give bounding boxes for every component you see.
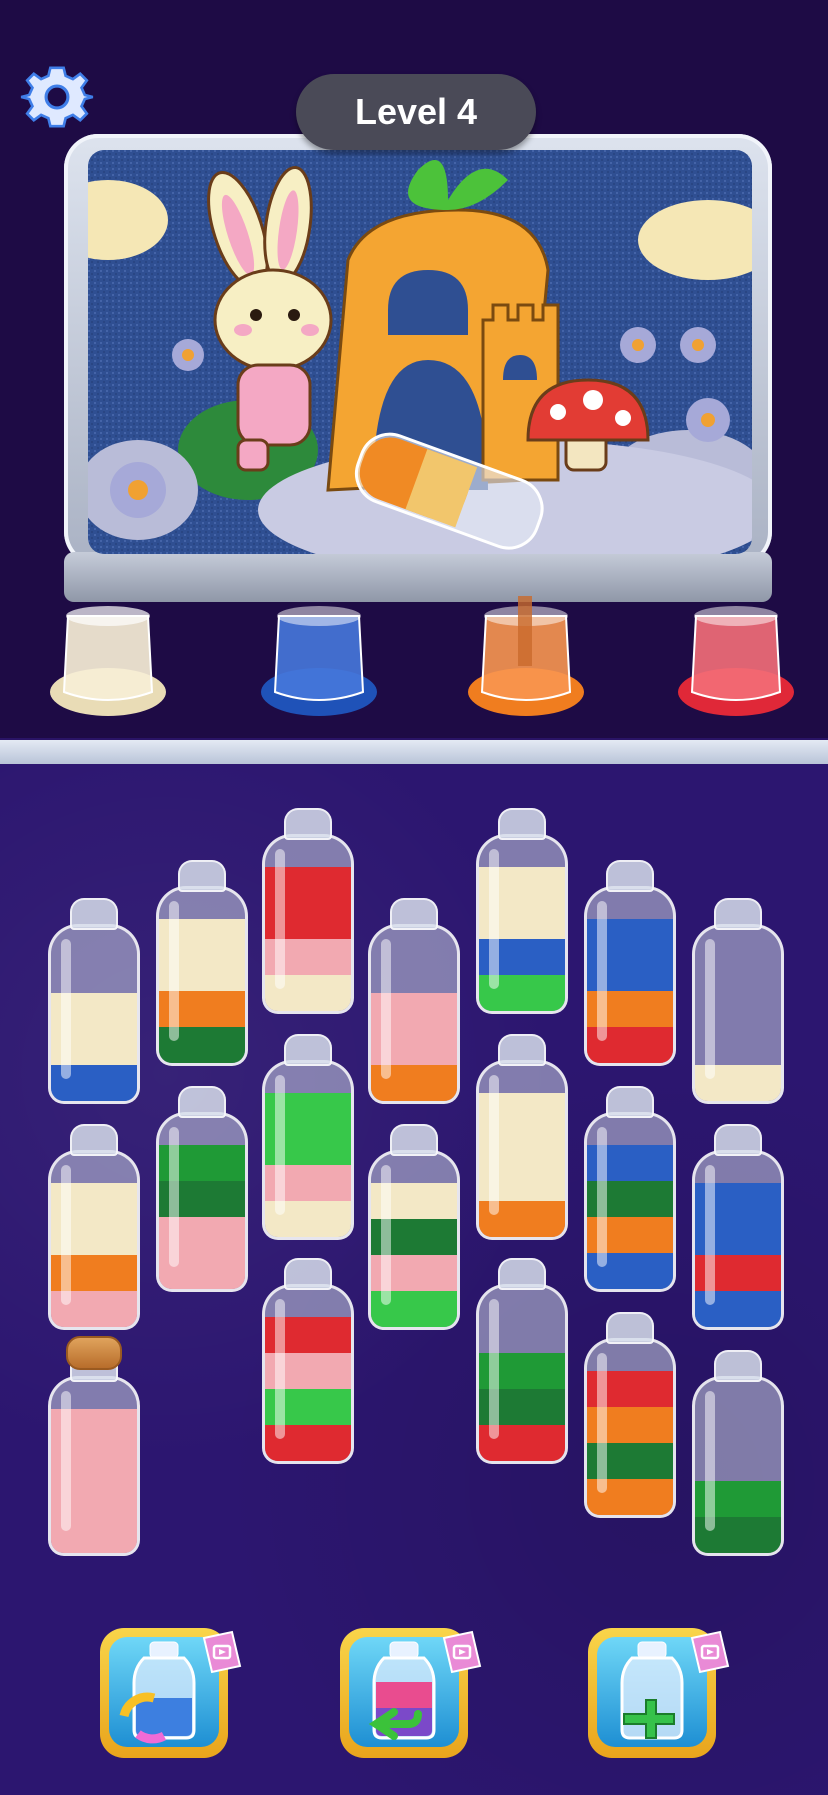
bottle-neck — [70, 1124, 118, 1156]
bottle-neck — [70, 898, 118, 930]
bottle-glass — [156, 886, 248, 1066]
bottle-neck — [606, 1312, 654, 1344]
bottle-neck — [714, 1124, 762, 1156]
bottle-6[interactable] — [584, 860, 676, 1066]
shuffle-button[interactable] — [100, 1628, 242, 1758]
bottle-neck — [178, 1086, 226, 1118]
level-label: Level 4 — [296, 74, 536, 150]
bottle-glass — [692, 1376, 784, 1556]
bottle-neck — [284, 808, 332, 840]
bottle-glass — [584, 886, 676, 1066]
bottle-4[interactable] — [368, 898, 460, 1104]
undo-button[interactable] — [340, 1628, 482, 1758]
bottle-3[interactable] — [262, 808, 354, 1014]
bottle-glass — [692, 924, 784, 1104]
bottle-7[interactable] — [692, 898, 784, 1104]
bottle-1[interactable] — [48, 898, 140, 1104]
bottle-neck — [714, 898, 762, 930]
bottle-glass — [368, 924, 460, 1104]
bottle-glass — [584, 1338, 676, 1518]
bottle-14[interactable] — [692, 1124, 784, 1330]
picture-area: Level 4 — [0, 0, 828, 738]
cork-icon — [66, 1336, 122, 1370]
bottle-glass — [48, 924, 140, 1104]
bottle-8[interactable] — [48, 1124, 140, 1330]
bottle-neck — [606, 860, 654, 892]
bottle-9[interactable] — [156, 1086, 248, 1292]
bottle-19[interactable] — [692, 1350, 784, 1556]
gear-icon[interactable] — [18, 58, 96, 136]
bottle-glass — [48, 1150, 140, 1330]
bottle-neck — [390, 1124, 438, 1156]
bottle-glass — [692, 1150, 784, 1330]
bottle-neck — [390, 898, 438, 930]
picture-frame-base — [64, 552, 772, 602]
video-ad-icon — [442, 1630, 482, 1674]
shuffle-bottle-icon — [119, 1641, 196, 1744]
bottle-12[interactable] — [476, 1034, 568, 1240]
bottle-13[interactable] — [584, 1086, 676, 1292]
bottle-glass — [476, 1060, 568, 1240]
bottle-glass — [262, 834, 354, 1014]
video-ad-icon — [690, 1630, 730, 1674]
bottle-glass — [262, 1060, 354, 1240]
bottle-17[interactable] — [476, 1258, 568, 1464]
add-bottle-button[interactable] — [588, 1628, 730, 1758]
bottle-glass — [476, 1284, 568, 1464]
bottle-16[interactable] — [262, 1258, 354, 1464]
bottle-glass — [262, 1284, 354, 1464]
bottle-neck — [714, 1350, 762, 1382]
bottle-glass — [584, 1112, 676, 1292]
bottle-glass — [48, 1376, 140, 1556]
video-ad-icon — [202, 1630, 242, 1674]
bottle-5[interactable] — [476, 808, 568, 1014]
bottle-11[interactable] — [368, 1124, 460, 1330]
bottle-15[interactable] — [48, 1336, 140, 1556]
undo-bottle-icon — [368, 1641, 436, 1740]
bottle-18[interactable] — [584, 1312, 676, 1518]
bucket-red — [678, 606, 794, 716]
add-bottle-icon — [620, 1641, 684, 1740]
bottle-2[interactable] — [156, 860, 248, 1066]
bottle-glass — [476, 834, 568, 1014]
bucket-cream — [50, 606, 166, 716]
bucket-blue — [261, 606, 377, 716]
bottle-10[interactable] — [262, 1034, 354, 1240]
divider — [0, 740, 828, 764]
sand-picture — [88, 150, 752, 554]
bottle-neck — [498, 1034, 546, 1066]
bottle-neck — [498, 1258, 546, 1290]
bottle-glass — [156, 1112, 248, 1292]
bucket-orange — [468, 596, 584, 716]
bottle-neck — [284, 1034, 332, 1066]
bottle-neck — [498, 808, 546, 840]
bottle-neck — [284, 1258, 332, 1290]
bottle-glass — [368, 1150, 460, 1330]
bottle-neck — [178, 860, 226, 892]
bottle-neck — [606, 1086, 654, 1118]
